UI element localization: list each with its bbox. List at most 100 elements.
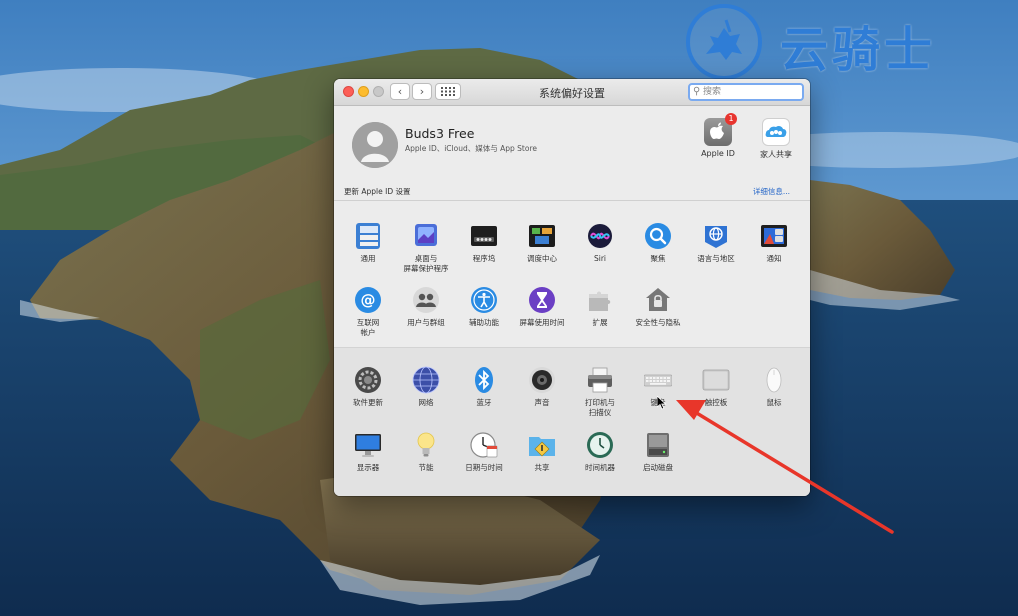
apple-id-icon: 1 xyxy=(704,113,737,146)
family-sharing-icon xyxy=(762,118,790,146)
date-time-icon xyxy=(470,431,498,459)
pane-language-region[interactable]: 语言与地区 xyxy=(687,222,745,264)
pane-dock-label: 程序坞 xyxy=(472,254,496,263)
account-subtitle: Apple ID、iCloud、媒体与 App Store xyxy=(405,144,537,153)
bluetooth-icon xyxy=(470,366,498,394)
mission-control-icon xyxy=(528,222,556,250)
watermark: 云骑士 xyxy=(680,0,1018,84)
minimize-window-button[interactable] xyxy=(358,86,369,97)
time-machine-icon xyxy=(586,431,614,459)
pane-general[interactable]: 通用 xyxy=(339,222,397,264)
pane-extensions[interactable]: 扩展 xyxy=(571,286,629,328)
general-icon xyxy=(354,222,382,250)
knight-logo-icon xyxy=(686,4,762,80)
details-link[interactable]: 详细信息... xyxy=(753,186,790,197)
pane-security-privacy[interactable]: 安全性与隐私 xyxy=(629,286,687,328)
family-sharing-label: 家人共享 xyxy=(760,150,792,159)
siri-icon xyxy=(586,222,614,250)
family-sharing-pane[interactable]: 家人共享 xyxy=(750,118,802,160)
pane-screen-time[interactable]: 屏幕使用时间 xyxy=(513,286,571,328)
sound-icon xyxy=(528,366,556,394)
pane-sharing[interactable]: 共享 xyxy=(513,431,571,473)
users-groups-icon xyxy=(412,286,440,314)
search-icon: ⚲ xyxy=(693,86,701,97)
pane-time-machine-label: 时间机器 xyxy=(585,463,615,472)
pane-accessibility[interactable]: 辅助功能 xyxy=(455,286,513,328)
energy-saver-icon xyxy=(412,431,440,459)
pane-spotlight-label: 聚焦 xyxy=(650,254,666,263)
screen-time-icon xyxy=(528,286,556,314)
notification-badge: 1 xyxy=(725,113,737,125)
pane-software-update[interactable]: 软件更新 xyxy=(339,366,397,408)
system-preferences-window: ‹ › 系统偏好设置 ⚲ Buds3 Free A xyxy=(334,79,810,496)
pane-sound[interactable]: 声音 xyxy=(513,366,571,408)
hardware-panes-section: 软件更新 网络 蓝牙 声音 打印机与 扫描仪 触控板 鼠标 显示器 节能 日期与… xyxy=(334,347,810,496)
grid-icon xyxy=(441,87,455,96)
pane-siri-label: Siri xyxy=(593,254,606,263)
show-all-grid-button[interactable] xyxy=(435,83,461,100)
printer-scanner-icon xyxy=(586,366,614,394)
pane-network-label: 网络 xyxy=(418,398,434,407)
account-name[interactable]: Buds3 Free xyxy=(405,126,474,141)
pane-sound-label: 声音 xyxy=(534,398,550,407)
apple-id-section: Buds3 Free Apple ID、iCloud、媒体与 App Store… xyxy=(334,106,810,234)
pane-general-label: 通用 xyxy=(360,254,376,263)
pane-startup-disk[interactable]: 启动磁盘 xyxy=(629,431,687,473)
back-button[interactable]: ‹ xyxy=(390,83,410,100)
pane-software-update-label: 软件更新 xyxy=(353,398,383,407)
zoom-window-button[interactable] xyxy=(373,86,384,97)
keyboard-icon xyxy=(643,366,673,394)
pane-date-time[interactable]: 日期与时间 xyxy=(455,431,513,473)
window-title: 系统偏好设置 xyxy=(539,87,605,100)
pane-time-machine[interactable]: 时间机器 xyxy=(571,431,629,473)
pane-bluetooth[interactable]: 蓝牙 xyxy=(455,366,513,408)
pane-displays-label: 显示器 xyxy=(356,463,380,472)
pane-extensions-label: 扩展 xyxy=(592,318,608,327)
pane-language-region-label: 语言与地区 xyxy=(697,254,735,263)
pane-date-time-label: 日期与时间 xyxy=(465,463,503,472)
pane-siri[interactable]: Siri xyxy=(571,222,629,264)
pane-mission-control[interactable]: 调度中心 xyxy=(513,222,571,264)
pane-dock[interactable]: 程序坞 xyxy=(455,222,513,264)
pane-displays[interactable]: 显示器 xyxy=(339,431,397,473)
pane-mission-control-label: 调度中心 xyxy=(527,254,557,263)
pane-desktop-screensaver[interactable]: 桌面与 屏幕保护程序 xyxy=(397,222,455,274)
forward-button[interactable]: › xyxy=(412,83,432,100)
mouse-icon xyxy=(760,366,788,394)
notifications-icon xyxy=(760,222,788,250)
pane-energy-saver-label: 节能 xyxy=(418,463,434,472)
pane-internet-accounts-label: 互联网 帐户 xyxy=(356,318,380,337)
pane-mouse[interactable]: 鼠标 xyxy=(745,366,803,408)
spotlight-icon xyxy=(644,222,672,250)
pane-spotlight[interactable]: 聚焦 xyxy=(629,222,687,264)
pane-printers-scanners[interactable]: 打印机与 扫描仪 xyxy=(571,366,629,418)
apple-id-label: Apple ID xyxy=(701,149,735,158)
apple-id-pane[interactable]: 1 Apple ID xyxy=(692,113,744,158)
pane-internet-accounts[interactable]: @ 互联网 帐户 xyxy=(339,286,397,338)
pane-trackpad[interactable]: 触控板 xyxy=(687,366,745,408)
desktop-screensaver-icon xyxy=(412,222,440,250)
watermark-text: 云骑士 xyxy=(780,22,937,78)
pane-energy-saver[interactable]: 节能 xyxy=(397,431,455,473)
avatar[interactable] xyxy=(352,122,398,168)
sharing-icon xyxy=(528,431,556,459)
search-field[interactable]: ⚲ xyxy=(688,83,804,101)
language-region-icon xyxy=(702,222,730,250)
extensions-icon xyxy=(586,286,614,314)
personal-panes-section: 通用 桌面与 屏幕保护程序 程序坞 调度中心 Siri 聚焦 语言与地区 通知 … xyxy=(334,218,810,346)
pane-network[interactable]: 网络 xyxy=(397,366,455,408)
search-input[interactable] xyxy=(703,85,799,99)
pane-notifications[interactable]: 通知 xyxy=(745,222,803,264)
pane-users-groups-label: 用户与群组 xyxy=(407,318,445,327)
pane-mouse-label: 鼠标 xyxy=(766,398,782,407)
close-window-button[interactable] xyxy=(343,86,354,97)
pane-users-groups[interactable]: 用户与群组 xyxy=(397,286,455,328)
accessibility-icon xyxy=(470,286,498,314)
pane-notifications-label: 通知 xyxy=(766,254,782,263)
pane-sharing-label: 共享 xyxy=(534,463,550,472)
update-apple-id-text: 更新 Apple ID 设置 xyxy=(344,187,411,196)
pane-bluetooth-label: 蓝牙 xyxy=(476,398,492,407)
pane-desktop-screensaver-label: 桌面与 屏幕保护程序 xyxy=(403,254,449,273)
user-silhouette-icon xyxy=(352,122,398,168)
mouse-pointer-icon xyxy=(656,395,667,414)
